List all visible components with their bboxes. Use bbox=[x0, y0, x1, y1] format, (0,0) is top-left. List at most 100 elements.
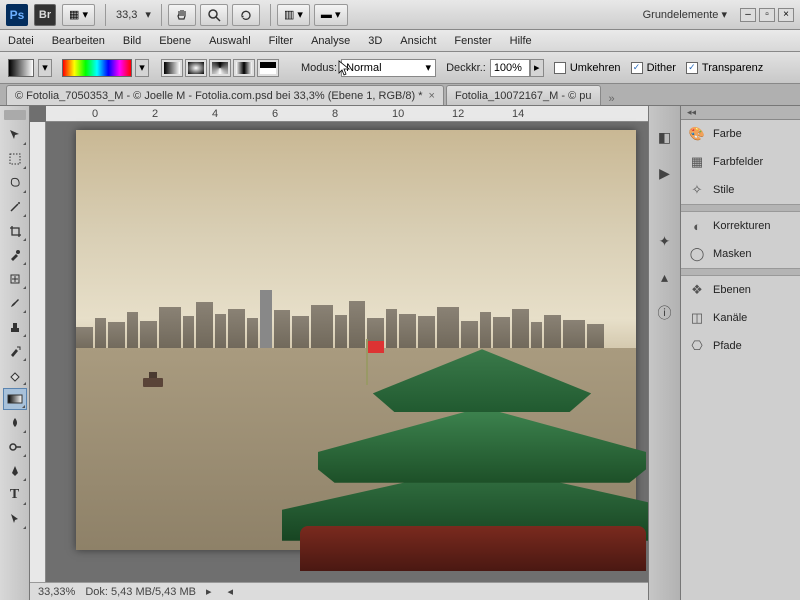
panel-korrekturen[interactable]: ◐Korrekturen bbox=[681, 212, 800, 240]
status-bar: 33,33% Dok: 5,43 MB/5,43 MB ▸ ◂ bbox=[30, 582, 648, 600]
histogram-panel-icon[interactable]: ▴ bbox=[654, 266, 676, 288]
bridge-button[interactable]: Br bbox=[34, 4, 56, 26]
work-area: T 0 2 4 6 8 10 12 14 bbox=[0, 106, 800, 600]
angle-gradient-button[interactable] bbox=[209, 59, 231, 77]
menu-auswahl[interactable]: Auswahl bbox=[209, 35, 251, 47]
panel-kanaele[interactable]: ◫Kanäle bbox=[681, 304, 800, 332]
toolbox: T bbox=[0, 106, 30, 600]
swatches-icon: ▦ bbox=[689, 154, 705, 170]
tab-overflow-button[interactable]: » bbox=[609, 93, 615, 105]
document-tab[interactable]: Fotolia_10072167_M - © pu bbox=[446, 85, 601, 105]
zoom-level[interactable]: 33,3 bbox=[116, 9, 137, 21]
move-tool[interactable] bbox=[3, 124, 27, 146]
panel-ebenen[interactable]: ❖Ebenen bbox=[681, 276, 800, 304]
panel-stile[interactable]: ✧Stile bbox=[681, 176, 800, 204]
marquee-tool[interactable] bbox=[3, 148, 27, 170]
panel-collapse-button[interactable]: ◂◂ bbox=[681, 106, 800, 120]
magic-wand-tool[interactable] bbox=[3, 196, 27, 218]
blur-tool[interactable] bbox=[3, 412, 27, 434]
healing-brush-tool[interactable] bbox=[3, 268, 27, 290]
menu-datei[interactable]: Datei bbox=[8, 35, 34, 47]
hand-tool-button[interactable] bbox=[168, 4, 196, 26]
status-zoom[interactable]: 33,33% bbox=[38, 586, 75, 598]
arrange-documents-button[interactable]: ▥ ▾ bbox=[277, 4, 310, 26]
status-doc-size[interactable]: Dok: 5,43 MB/5,43 MB bbox=[85, 586, 196, 598]
menu-ansicht[interactable]: Ansicht bbox=[400, 35, 436, 47]
document-tab-bar: © Fotolia_7050353_M - © Joelle M - Fotol… bbox=[0, 84, 800, 106]
history-panel-icon[interactable]: ◧ bbox=[654, 126, 676, 148]
tool-preset-picker[interactable] bbox=[8, 59, 34, 77]
eyedropper-tool[interactable] bbox=[3, 244, 27, 266]
screen-mode-button[interactable]: ▦ ▾ bbox=[62, 4, 95, 26]
panel-farbe[interactable]: 🎨Farbe bbox=[681, 120, 800, 148]
menu-bar: Datei Bearbeiten Bild Ebene Auswahl Filt… bbox=[0, 30, 800, 52]
dodge-tool[interactable] bbox=[3, 436, 27, 458]
document-canvas[interactable] bbox=[76, 130, 636, 550]
menu-bild[interactable]: Bild bbox=[123, 35, 141, 47]
canvas-area: 0 2 4 6 8 10 12 14 bbox=[30, 106, 648, 600]
diamond-gradient-button[interactable] bbox=[257, 59, 279, 77]
panel-masken[interactable]: ◯Masken bbox=[681, 240, 800, 268]
navigator-panel-icon[interactable]: ✦ bbox=[654, 230, 676, 252]
toolbox-grip[interactable] bbox=[4, 110, 26, 120]
brush-tool[interactable] bbox=[3, 292, 27, 314]
opacity-input[interactable]: 100% bbox=[490, 59, 530, 77]
close-button[interactable]: × bbox=[778, 8, 794, 22]
menu-ebene[interactable]: Ebene bbox=[159, 35, 191, 47]
panel-farbfelder[interactable]: ▦Farbfelder bbox=[681, 148, 800, 176]
minimize-button[interactable]: – bbox=[740, 8, 756, 22]
panel-pfade[interactable]: ⎔Pfade bbox=[681, 332, 800, 360]
pen-tool[interactable] bbox=[3, 460, 27, 482]
adjustments-icon: ◐ bbox=[689, 218, 705, 234]
workspace-switcher[interactable]: Grundelemente ▾ bbox=[643, 8, 727, 21]
screen-mode-button-2[interactable]: ▬ ▾ bbox=[314, 4, 348, 26]
dither-checkbox[interactable]: ✓Dither bbox=[631, 62, 676, 74]
opacity-dropdown[interactable]: ▸ bbox=[530, 59, 544, 77]
options-bar: ▾ ▾ Modus: Normal▾ Deckkr.: 100% ▸ Umkeh… bbox=[0, 52, 800, 84]
horizontal-ruler[interactable]: 0 2 4 6 8 10 12 14 bbox=[46, 106, 648, 122]
panel-dock: ◂◂ 🎨Farbe ▦Farbfelder ✧Stile ◐Korrekture… bbox=[680, 106, 800, 600]
clone-stamp-tool[interactable] bbox=[3, 316, 27, 338]
photoshop-logo: Ps bbox=[6, 4, 28, 26]
path-selection-tool[interactable] bbox=[3, 508, 27, 530]
menu-hilfe[interactable]: Hilfe bbox=[510, 35, 532, 47]
type-tool[interactable]: T bbox=[3, 484, 27, 506]
gradient-type-group bbox=[161, 59, 279, 77]
application-bar: Ps Br ▦ ▾ 33,3▾ ▥ ▾ ▬ ▾ Grundelemente ▾ … bbox=[0, 0, 800, 30]
menu-filter[interactable]: Filter bbox=[269, 35, 293, 47]
styles-icon: ✧ bbox=[689, 182, 705, 198]
reflected-gradient-button[interactable] bbox=[233, 59, 255, 77]
lasso-tool[interactable] bbox=[3, 172, 27, 194]
gradient-dropdown[interactable]: ▾ bbox=[135, 59, 149, 77]
tool-preset-dropdown[interactable]: ▾ bbox=[38, 59, 52, 77]
menu-3d[interactable]: 3D bbox=[368, 35, 382, 47]
transparency-checkbox[interactable]: ✓Transparenz bbox=[686, 62, 763, 74]
actions-panel-icon[interactable]: ▶ bbox=[654, 162, 676, 184]
opacity-label: Deckkr.: bbox=[446, 62, 486, 74]
gradient-tool[interactable] bbox=[3, 388, 27, 410]
channels-icon: ◫ bbox=[689, 310, 705, 326]
menu-analyse[interactable]: Analyse bbox=[311, 35, 350, 47]
radial-gradient-button[interactable] bbox=[185, 59, 207, 77]
linear-gradient-button[interactable] bbox=[161, 59, 183, 77]
rotate-view-button[interactable] bbox=[232, 4, 260, 26]
restore-button[interactable]: ▫ bbox=[759, 8, 775, 22]
zoom-tool-button[interactable] bbox=[200, 4, 228, 26]
history-brush-tool[interactable] bbox=[3, 340, 27, 362]
crop-tool[interactable] bbox=[3, 220, 27, 242]
menu-bearbeiten[interactable]: Bearbeiten bbox=[52, 35, 105, 47]
masks-icon: ◯ bbox=[689, 246, 705, 262]
menu-fenster[interactable]: Fenster bbox=[454, 35, 491, 47]
eraser-tool[interactable] bbox=[3, 364, 27, 386]
reverse-checkbox[interactable]: Umkehren bbox=[554, 62, 621, 74]
document-tab[interactable]: © Fotolia_7050353_M - © Joelle M - Fotol… bbox=[6, 85, 444, 105]
vertical-ruler[interactable] bbox=[30, 122, 46, 582]
paths-icon: ⎔ bbox=[689, 338, 705, 354]
palette-icon: 🎨 bbox=[689, 126, 705, 142]
layers-icon: ❖ bbox=[689, 282, 705, 298]
status-dropdown[interactable]: ▸ bbox=[206, 585, 212, 598]
close-icon[interactable]: × bbox=[429, 90, 435, 102]
mode-select[interactable]: Normal▾ bbox=[341, 59, 436, 77]
gradient-picker[interactable] bbox=[62, 59, 132, 77]
info-panel-icon[interactable]: ⓘ bbox=[654, 302, 676, 324]
